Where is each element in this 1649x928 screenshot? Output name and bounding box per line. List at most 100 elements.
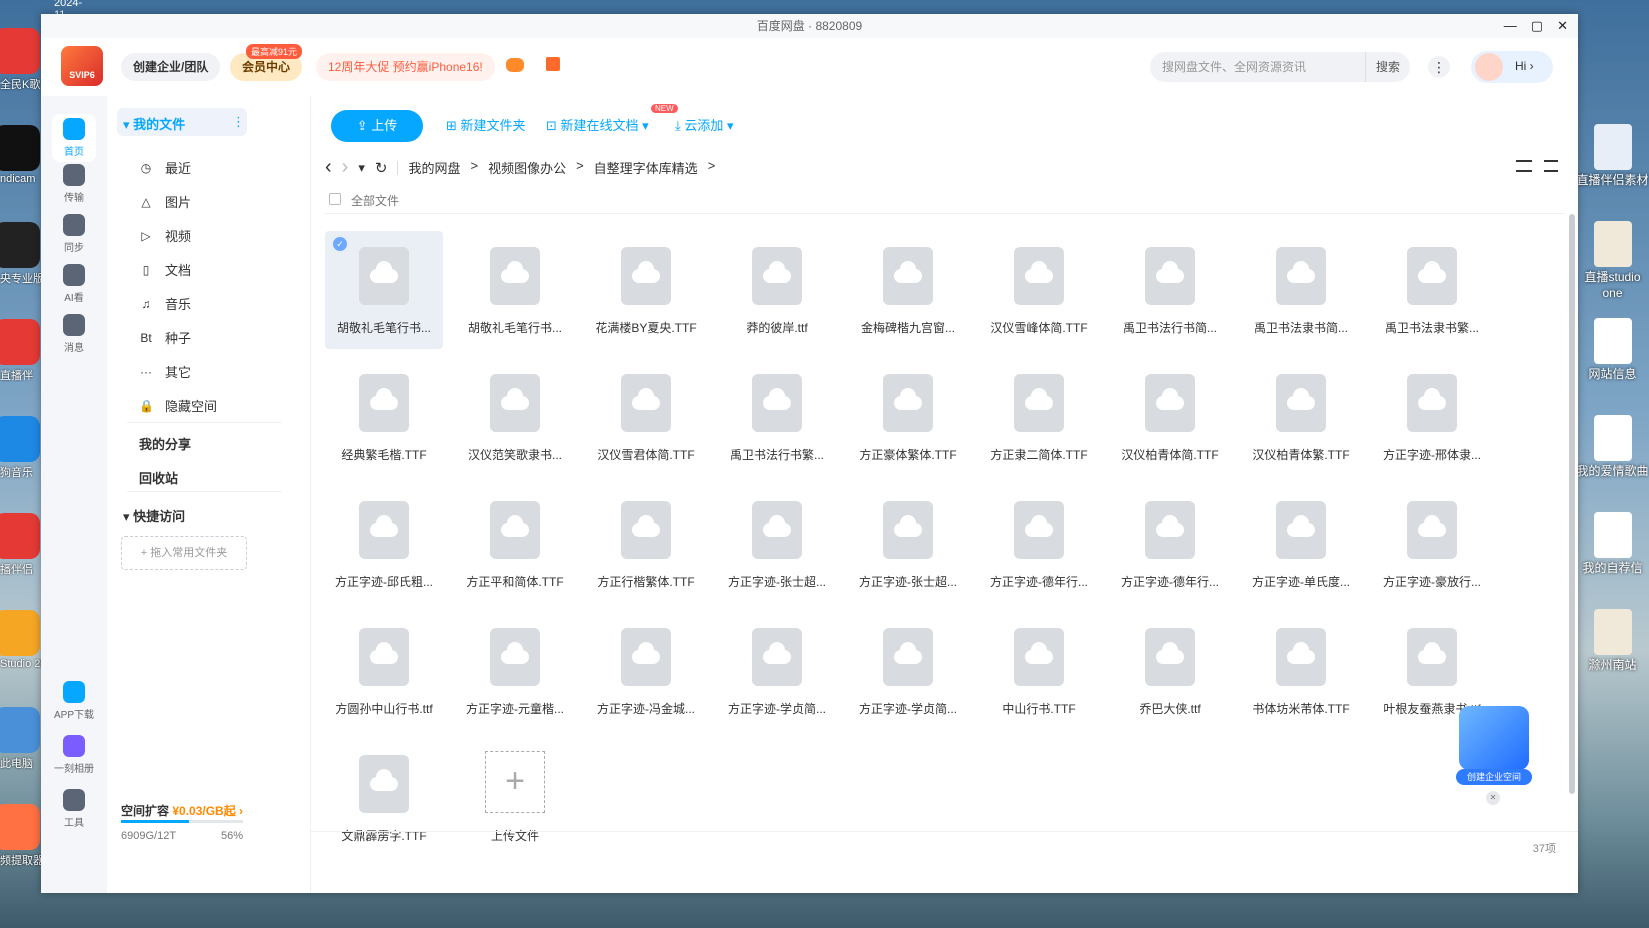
storage-title[interactable]: 空间扩容 ¥0.03/GB起 › [121, 802, 243, 819]
file-item[interactable]: 方正行楷繁体.TTF [587, 485, 705, 603]
sidebar-item[interactable]: △ 图片 [139, 192, 191, 211]
file-item[interactable]: 汉仪雪峰体简.TTF [980, 231, 1098, 349]
upload-button[interactable]: ⇪ 上传 [331, 110, 423, 142]
file-item[interactable]: 方正字迹-张士超... [849, 485, 967, 603]
breadcrumb-item[interactable]: 视频图像办公 [488, 158, 566, 177]
close-widget-icon[interactable]: ✕ [1486, 791, 1500, 805]
file-item[interactable]: 汉仪范笑歌隶书... [456, 358, 574, 476]
file-item[interactable]: 汉仪雪君体简.TTF [587, 358, 705, 476]
sidebar-item[interactable]: ♫ 音乐 [139, 294, 192, 313]
file-item[interactable]: 文鼎霹雳字.TTF [325, 739, 443, 857]
sidebar-item[interactable]: 🔒 隐藏空间 [139, 396, 217, 415]
file-item[interactable]: 方正字迹-豪放行... [1373, 485, 1491, 603]
enterprise-space-label[interactable]: 创建企业空间 [1456, 769, 1532, 785]
file-item[interactable]: 方正字迹-德年行... [1111, 485, 1229, 603]
sidebar-my-files[interactable]: ▾ 我的文件 [123, 114, 185, 133]
desktop-file-icon[interactable] [1594, 415, 1632, 461]
search-button[interactable]: 搜索 [1364, 52, 1400, 82]
breadcrumb-item[interactable]: 自整理字体库精选 [594, 158, 698, 177]
user-profile[interactable]: Hi › [1471, 51, 1553, 83]
desktop-app-icon[interactable] [0, 513, 40, 559]
scrollbar[interactable] [1568, 214, 1576, 822]
rail-item[interactable]: 传输 [52, 164, 96, 204]
file-item[interactable]: 经典繁毛楷.TTF [325, 358, 443, 476]
rail-item[interactable]: 消息 [52, 314, 96, 354]
file-item[interactable]: 汉仪柏青体繁.TTF [1242, 358, 1360, 476]
file-item[interactable]: 方正字迹-邢体隶... [1373, 358, 1491, 476]
file-item[interactable]: 方正字迹-单氏度... [1242, 485, 1360, 603]
file-item[interactable]: 禹卫书法隶书繁... [1373, 231, 1491, 349]
file-item[interactable]: 胡敬礼毛笔行书... [456, 231, 574, 349]
refresh-button[interactable]: ↻ [375, 159, 388, 177]
list-view-icon[interactable] [1544, 160, 1558, 172]
desktop-app-icon[interactable] [0, 125, 40, 171]
sidebar-recycle-bin[interactable]: 回收站 [139, 468, 178, 487]
file-item[interactable]: 汉仪柏青体简.TTF [1111, 358, 1229, 476]
file-item[interactable]: 书体坊米芾体.TTF [1242, 612, 1360, 730]
file-item[interactable]: 莽的彼岸.ttf [718, 231, 836, 349]
sidebar-more-icon[interactable]: ⋮ [232, 114, 245, 130]
sort-icon[interactable] [1516, 160, 1532, 172]
file-item[interactable]: 禹卫书法行书繁... [718, 358, 836, 476]
close-button[interactable]: ✕ [1557, 14, 1568, 38]
drag-folder-hint[interactable]: + 拖入常用文件夹 [121, 536, 247, 570]
file-item[interactable]: 花满楼BY夏央.TTF [587, 231, 705, 349]
file-item[interactable]: 方正字迹-元童楷... [456, 612, 574, 730]
sidebar-quick-access[interactable]: ▾ 快捷访问 [123, 506, 185, 525]
file-item[interactable]: 禹卫书法行书简... [1111, 231, 1229, 349]
desktop-app-icon[interactable] [0, 28, 40, 74]
upload-file-tile[interactable]: + 上传文件 [456, 739, 574, 857]
svip-logo[interactable]: SVIP6 [61, 46, 103, 86]
cloud-add-button[interactable]: ⤓ 云添加 ▾ [675, 110, 734, 142]
desktop-file-icon[interactable] [1594, 609, 1632, 655]
sidebar-item[interactable]: ··· 其它 [139, 362, 191, 381]
desktop-file-icon[interactable] [1594, 124, 1632, 170]
file-item[interactable]: 方正隶二简体.TTF [980, 358, 1098, 476]
new-folder-button[interactable]: ⊞ 新建文件夹 [446, 110, 526, 142]
desktop-file-icon[interactable] [1594, 221, 1632, 267]
rail-bottom-item[interactable]: 一刻相册 [52, 735, 96, 775]
new-online-doc-button[interactable]: ⊡ 新建在线文档 ▾ [546, 110, 649, 142]
sidebar-item[interactable]: ▯ 文档 [139, 260, 191, 279]
desktop-app-icon[interactable] [0, 222, 40, 268]
history-dropdown[interactable]: ▾ [358, 160, 365, 176]
minimize-button[interactable]: — [1504, 14, 1517, 38]
gift-icon[interactable] [546, 57, 560, 71]
file-item[interactable]: 方正字迹-学贞简... [849, 612, 967, 730]
gamepad-icon[interactable] [506, 58, 524, 72]
sidebar-my-share[interactable]: 我的分享 [139, 434, 191, 453]
more-menu-icon[interactable]: ⋮ [1428, 56, 1450, 78]
desktop-app-icon[interactable] [0, 804, 40, 850]
file-item[interactable]: 方正字迹-学贞简... [718, 612, 836, 730]
back-button[interactable]: ‹ [325, 156, 332, 179]
create-team-button[interactable]: 创建企业/团队 [121, 53, 221, 81]
rail-bottom-item[interactable]: APP下载 [52, 681, 96, 721]
file-item[interactable]: ✓ 胡敬礼毛笔行书... [325, 231, 443, 349]
file-item[interactable]: 方正豪体繁体.TTF [849, 358, 967, 476]
select-all-checkbox[interactable] [329, 193, 341, 205]
file-item[interactable]: 禹卫书法隶书简... [1242, 231, 1360, 349]
maximize-button[interactable]: ▢ [1531, 14, 1543, 38]
rail-item[interactable]: AI看 [52, 264, 96, 304]
desktop-app-icon[interactable] [0, 610, 40, 656]
scroll-thumb[interactable] [1569, 214, 1575, 794]
desktop-app-icon[interactable] [0, 319, 40, 365]
rail-item[interactable]: 同步 [52, 214, 96, 254]
file-item[interactable]: 金梅碑楷九宫窗... [849, 231, 967, 349]
file-item[interactable]: 方正字迹-邱氏粗... [325, 485, 443, 603]
enterprise-space-widget[interactable] [1459, 706, 1529, 770]
search-input[interactable]: 搜网盘文件、全网资源资讯 搜索 [1150, 52, 1410, 82]
desktop-app-icon[interactable] [0, 416, 40, 462]
file-item[interactable]: 中山行书.TTF [980, 612, 1098, 730]
file-item[interactable]: 方正字迹-冯金城... [587, 612, 705, 730]
desktop-file-icon[interactable] [1594, 318, 1632, 364]
selected-check-icon[interactable]: ✓ [333, 237, 347, 251]
file-item[interactable]: 乔巴大侠.ttf [1111, 612, 1229, 730]
rail-bottom-item[interactable]: 工具 [52, 789, 96, 829]
file-item[interactable]: 方圆孙中山行书.ttf [325, 612, 443, 730]
sidebar-item[interactable]: ◷ 最近 [139, 158, 191, 177]
sidebar-item[interactable]: Bt 种子 [139, 328, 191, 347]
file-item[interactable]: 方正字迹-张士超... [718, 485, 836, 603]
file-item[interactable]: 方正平和简体.TTF [456, 485, 574, 603]
rail-item[interactable]: 首页 [52, 114, 96, 162]
